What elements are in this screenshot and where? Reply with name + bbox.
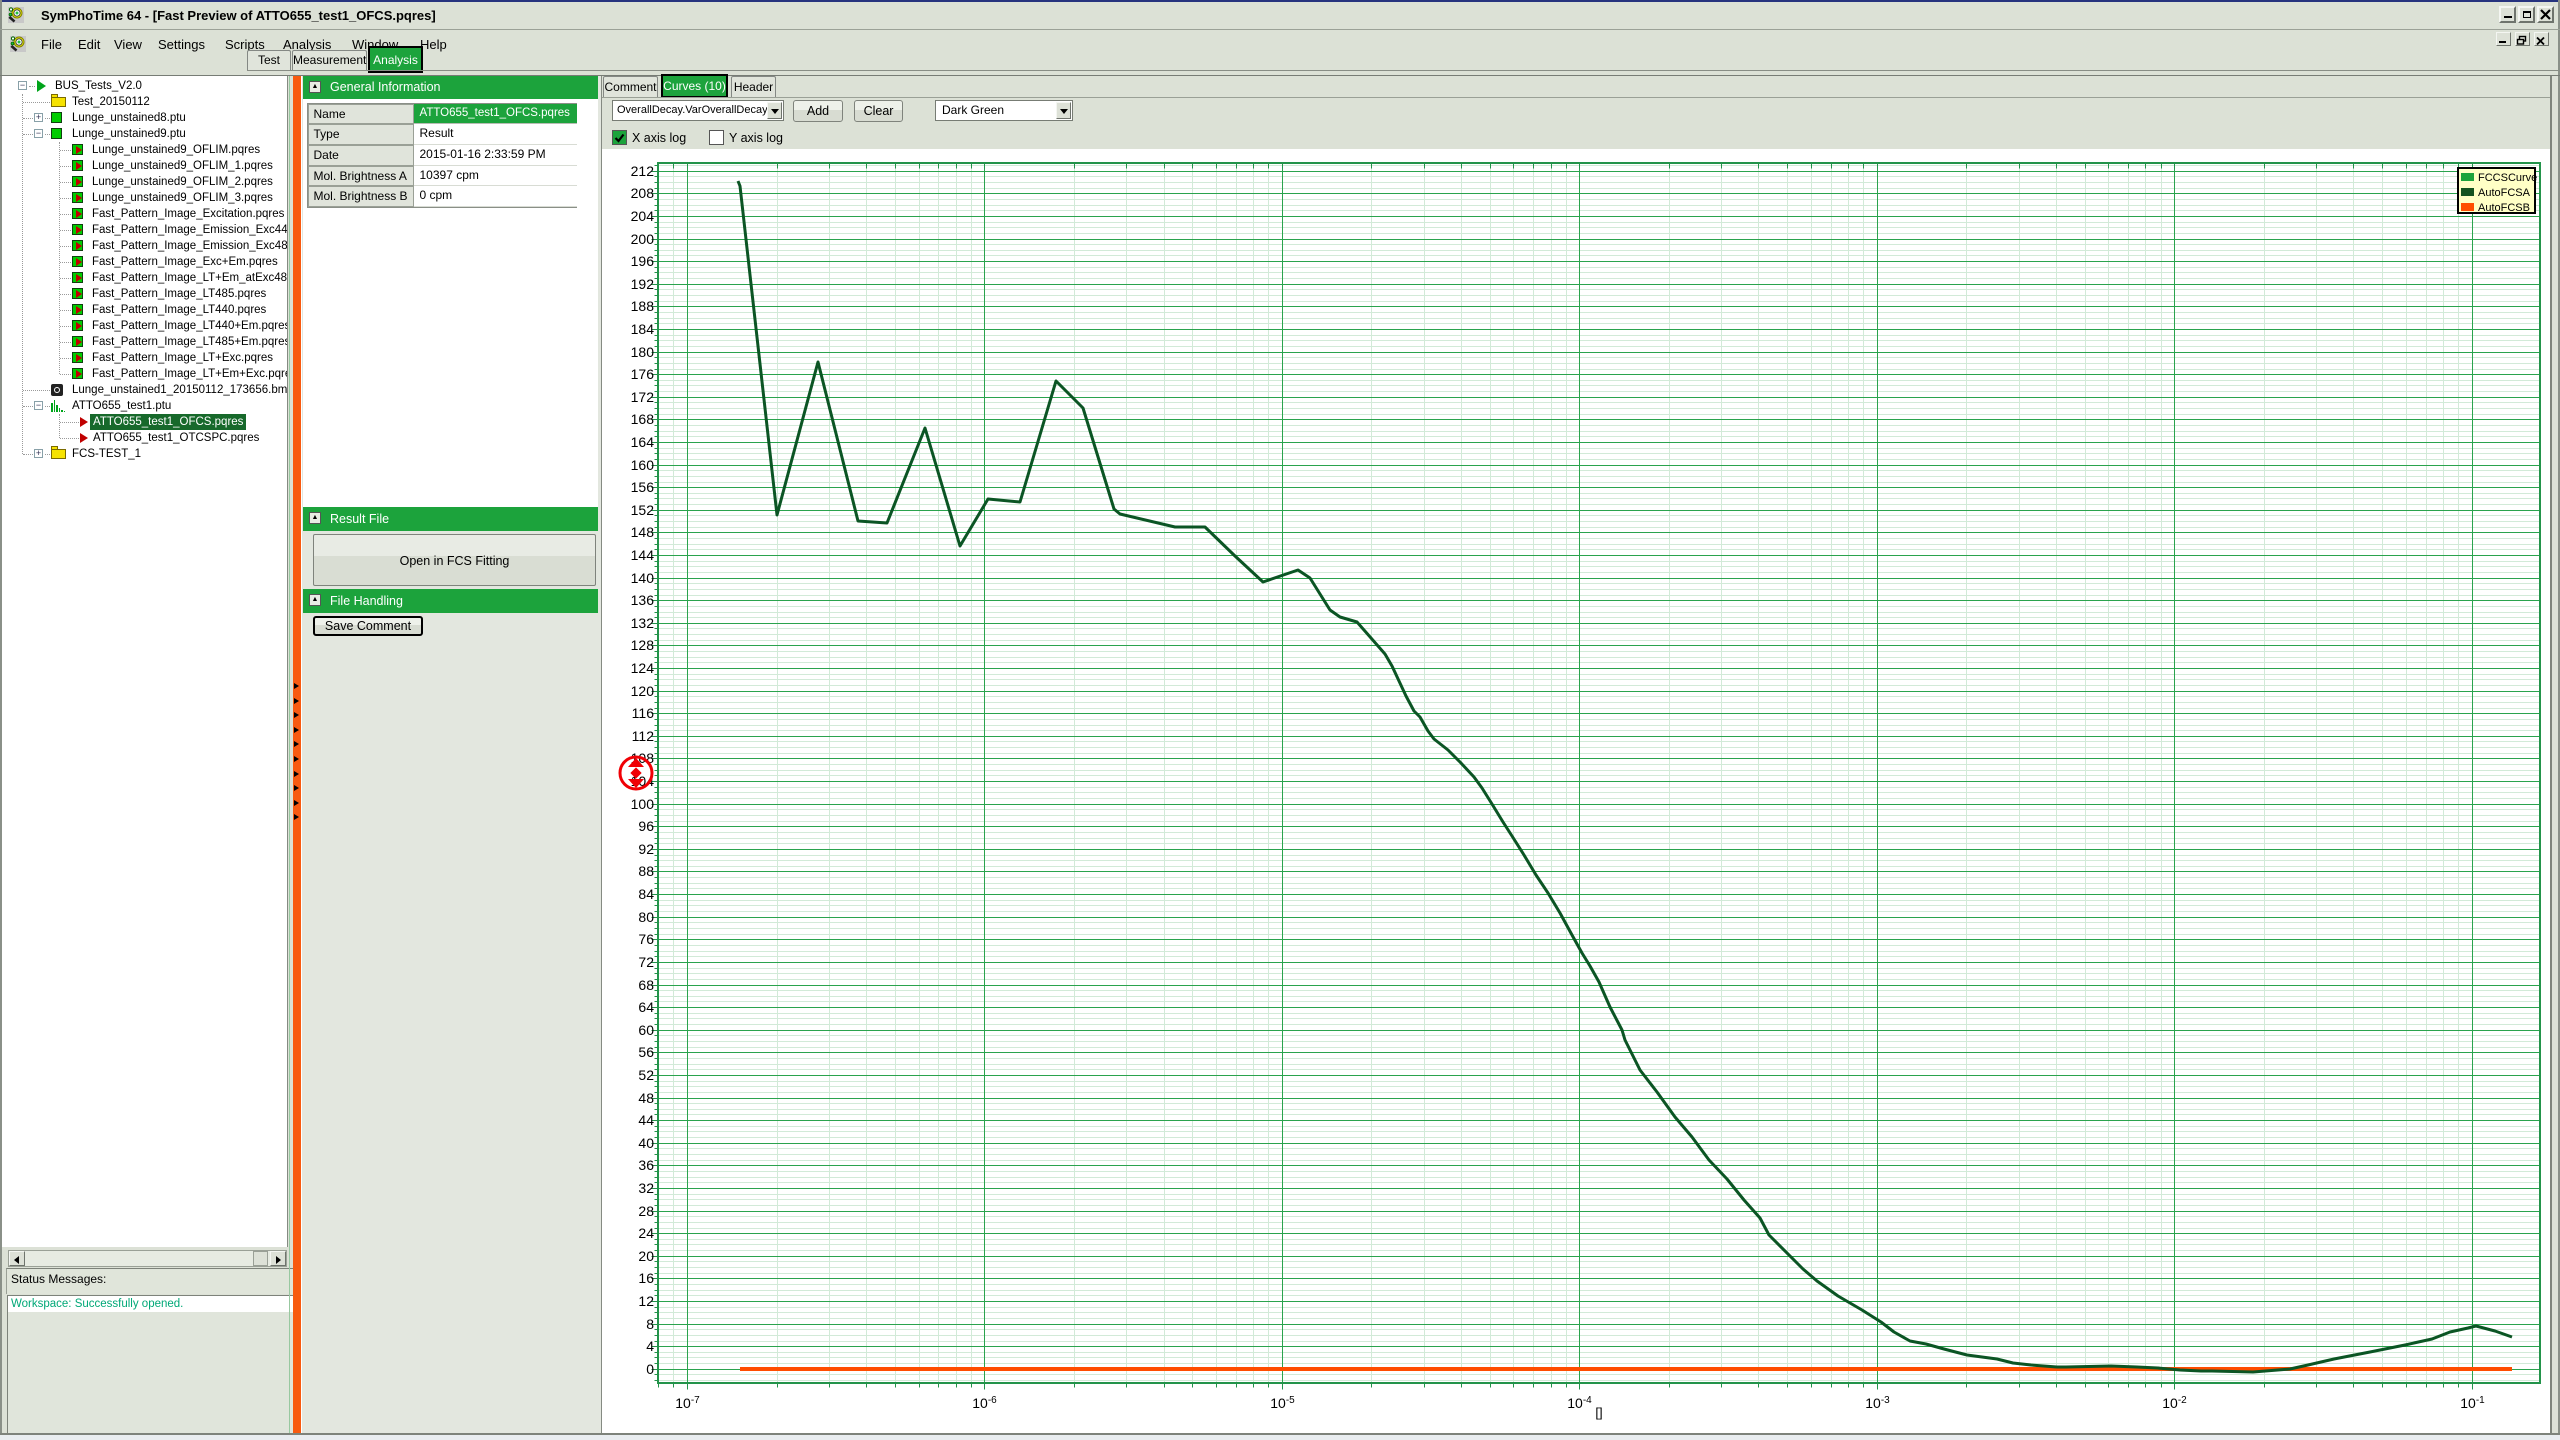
svg-text:120: 120: [631, 683, 655, 699]
svg-text:10-2: 10-2: [2162, 1395, 2187, 1411]
svg-text:176: 176: [631, 366, 655, 382]
svg-text:76: 76: [638, 931, 654, 947]
svg-text:100: 100: [631, 796, 655, 812]
svg-text:92: 92: [638, 841, 654, 857]
svg-text:[]: []: [1595, 1405, 1602, 1420]
svg-text:80: 80: [638, 909, 654, 925]
svg-text:192: 192: [631, 276, 655, 292]
svg-text:10-7: 10-7: [675, 1395, 700, 1411]
svg-text:56: 56: [638, 1044, 654, 1060]
svg-text:144: 144: [631, 547, 655, 563]
svg-text:136: 136: [631, 592, 655, 608]
svg-text:200: 200: [631, 231, 655, 247]
svg-text:116: 116: [632, 705, 655, 721]
svg-text:48: 48: [638, 1090, 654, 1106]
svg-text:188: 188: [631, 298, 655, 314]
svg-text:148: 148: [631, 524, 655, 540]
svg-text:128: 128: [631, 637, 655, 653]
svg-text:124: 124: [631, 660, 655, 676]
svg-text:96: 96: [638, 818, 654, 834]
svg-text:72: 72: [638, 954, 654, 970]
svg-text:12: 12: [638, 1293, 654, 1309]
svg-text:68: 68: [638, 977, 654, 993]
svg-text:36: 36: [638, 1157, 654, 1173]
svg-text:196: 196: [631, 253, 655, 269]
svg-text:140: 140: [631, 570, 655, 586]
svg-text:204: 204: [631, 208, 655, 224]
svg-text:88: 88: [638, 863, 654, 879]
svg-text:AutoFCSA: AutoFCSA: [2478, 187, 2531, 199]
svg-text:64: 64: [638, 999, 654, 1015]
svg-text:208: 208: [631, 185, 655, 201]
svg-text:44: 44: [638, 1112, 654, 1128]
svg-text:10-6: 10-6: [972, 1395, 997, 1411]
svg-text:FCCSCurve: FCCSCurve: [2478, 172, 2537, 184]
svg-text:84: 84: [638, 886, 654, 902]
svg-text:AutoFCSB: AutoFCSB: [2478, 202, 2530, 214]
svg-text:24: 24: [638, 1225, 654, 1241]
svg-text:20: 20: [638, 1248, 654, 1264]
svg-text:168: 168: [631, 411, 655, 427]
svg-text:28: 28: [638, 1203, 654, 1219]
svg-text:16: 16: [638, 1270, 654, 1286]
svg-text:10-3: 10-3: [1865, 1395, 1890, 1411]
svg-text:132: 132: [631, 615, 655, 631]
svg-text:10-1: 10-1: [2460, 1395, 2485, 1411]
svg-text:152: 152: [631, 502, 655, 518]
svg-text:40: 40: [638, 1135, 654, 1151]
svg-text:10-5: 10-5: [1270, 1395, 1295, 1411]
svg-text:212: 212: [631, 163, 655, 179]
svg-text:172: 172: [631, 389, 655, 405]
svg-text:8: 8: [646, 1316, 654, 1332]
svg-text:164: 164: [631, 434, 655, 450]
svg-text:60: 60: [638, 1022, 654, 1038]
svg-text:184: 184: [631, 321, 655, 337]
svg-text:32: 32: [638, 1180, 654, 1196]
svg-text:52: 52: [638, 1067, 654, 1083]
svg-text:180: 180: [631, 344, 655, 360]
svg-text:10-4: 10-4: [1567, 1395, 1592, 1411]
svg-text:112: 112: [632, 728, 655, 744]
svg-text:4: 4: [646, 1338, 654, 1354]
svg-text:156: 156: [631, 479, 655, 495]
svg-text:160: 160: [631, 457, 655, 473]
svg-text:0: 0: [646, 1361, 654, 1377]
